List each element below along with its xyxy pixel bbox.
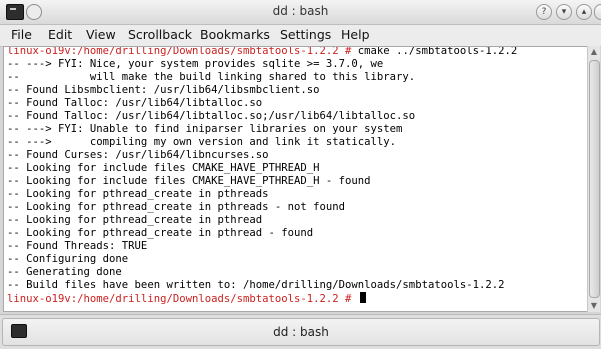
close-icon[interactable] <box>594 4 601 20</box>
terminal-line: -- ---> compiling my own version and lin… <box>7 136 397 148</box>
window-title: dd : bash <box>272 4 329 18</box>
terminal-line: -- Looking for pthread_create in pthread… <box>7 227 314 239</box>
terminal-line: -- Configuring done <box>7 253 129 265</box>
terminal-line: -- Found Threads: TRUE <box>7 240 148 252</box>
terminal-line: -- will make the build linking shared to… <box>7 71 416 83</box>
terminal-line: -- Looking for include files CMAKE_HAVE_… <box>7 162 320 174</box>
terminal-line: -- ---> FYI: Nice, your system provides … <box>7 58 384 70</box>
terminal-line: -- Looking for pthread_create in pthread <box>7 214 263 226</box>
terminal-line: -- Looking for pthread_create in pthread… <box>7 201 346 213</box>
minimize-icon[interactable]: ▾ <box>556 4 572 20</box>
terminal-line: -- Found Talloc: /usr/lib64/libtalloc.so <box>7 97 263 109</box>
menu-scrollback[interactable]: Scrollback <box>128 27 192 42</box>
vertical-scrollbar[interactable]: ▲ ▼ <box>587 46 600 312</box>
tab-dd-bash[interactable]: dd : bash <box>2 318 600 346</box>
terminal-line: -- Looking for include files CMAKE_HAVE_… <box>7 175 371 187</box>
terminal-output[interactable]: linux-o19v:/home/drilling/Downloads/smbt… <box>3 46 588 312</box>
menu-bar: File Edit View Scrollback Bookmarks Sett… <box>0 25 601 47</box>
menu-view[interactable]: View <box>86 27 116 42</box>
menu-help[interactable]: Help <box>341 27 370 42</box>
command-text: cmake ../smbtatools-1.2.2 <box>357 46 518 57</box>
terminal-line: -- ---> FYI: Unable to find iniparser li… <box>7 123 403 135</box>
terminal-line: linux-o19v:/home/drilling/Downloads/smbt… <box>7 46 518 58</box>
help-icon[interactable]: ? <box>536 4 552 20</box>
text-cursor <box>359 292 366 303</box>
menu-file[interactable]: File <box>11 27 32 42</box>
terminal-line: -- Found Talloc: /usr/lib64/libtalloc.so… <box>7 110 416 122</box>
scrollbar-thumb[interactable] <box>589 60 600 298</box>
menu-settings[interactable]: Settings <box>280 27 331 42</box>
window-titlebar: dd : bash ? ▾ ▴ <box>0 0 601 25</box>
scroll-down-icon[interactable]: ▼ <box>588 300 600 312</box>
tab-label: dd : bash <box>273 325 329 339</box>
tab-bar: dd : bash <box>0 314 601 349</box>
terminal-line: -- Generating done <box>7 266 122 278</box>
terminal-line: -- Found Libsmbclient: /usr/lib64/libsmb… <box>7 84 320 96</box>
shell-prompt: linux-o19v:/home/drilling/Downloads/smbt… <box>7 46 358 57</box>
terminal-line: linux-o19v:/home/drilling/Downloads/smbt… <box>7 292 366 305</box>
maximize-icon[interactable]: ▴ <box>576 4 592 20</box>
menu-bookmarks[interactable]: Bookmarks <box>200 27 270 42</box>
menu-edit[interactable]: Edit <box>48 27 72 42</box>
scroll-up-icon[interactable]: ▲ <box>588 46 600 58</box>
terminal-line: -- Found Curses: /usr/lib64/libncurses.s… <box>7 149 269 161</box>
terminal-line: -- Looking for pthread_create in pthread… <box>7 188 269 200</box>
terminal-line: -- Build files have been written to: /ho… <box>7 279 505 291</box>
shell-prompt: linux-o19v:/home/drilling/Downloads/smbt… <box>7 293 358 305</box>
